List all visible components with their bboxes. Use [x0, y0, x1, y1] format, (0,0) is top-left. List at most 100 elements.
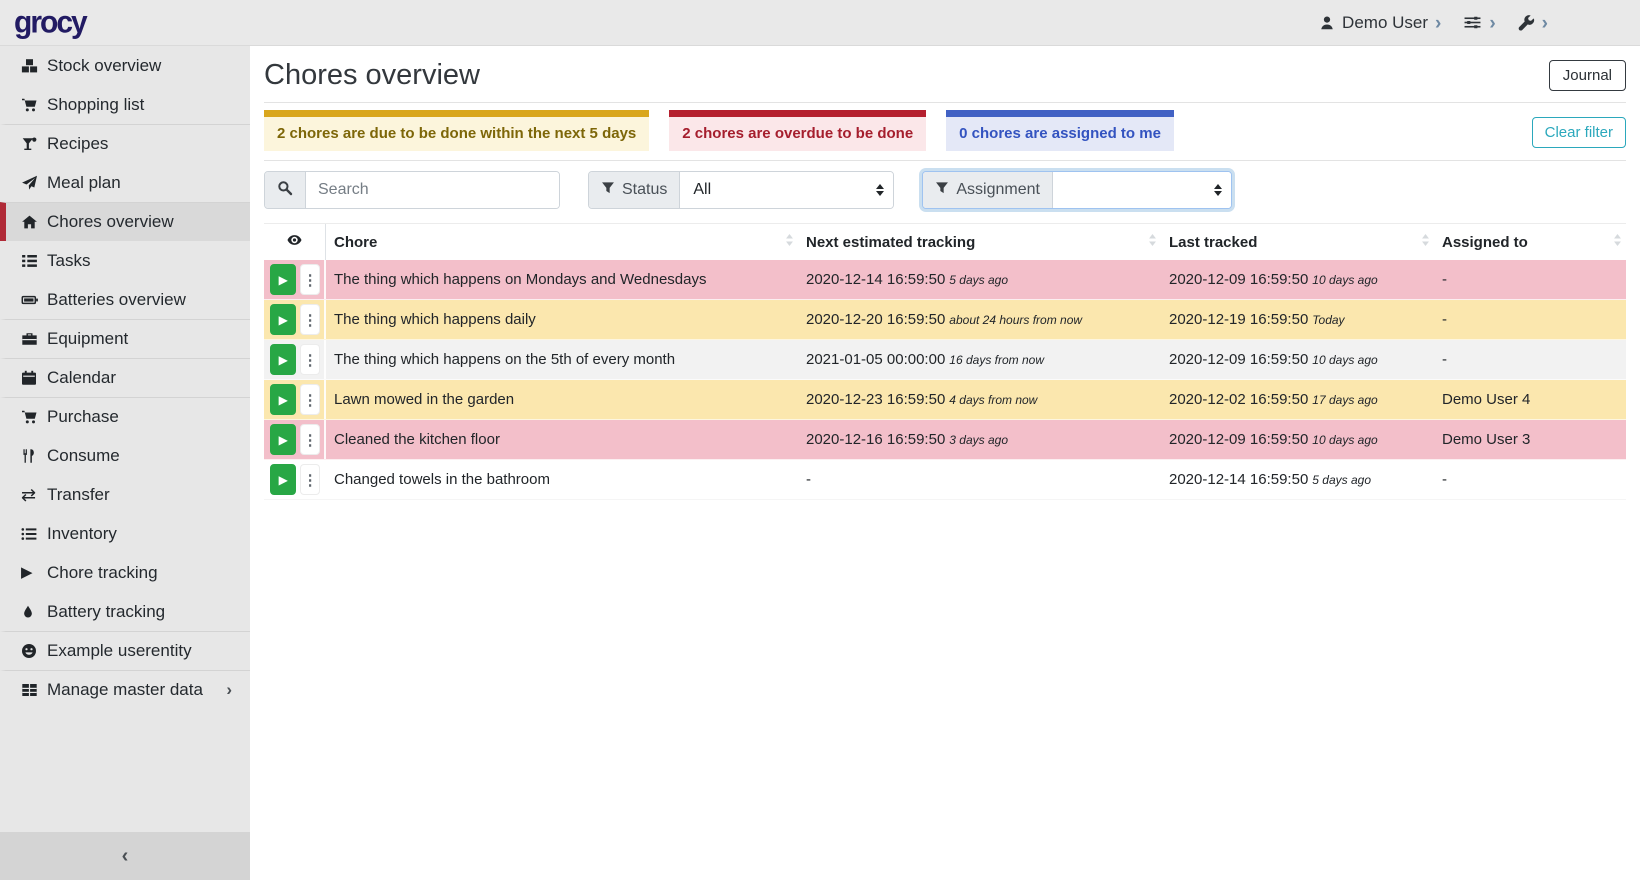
column-header-last-tracked[interactable]: Last tracked [1161, 226, 1434, 259]
last-tracked-cell: 2020-12-09 16:59:5010 days ago [1161, 431, 1434, 448]
sidebar-item-label: Purchase [47, 407, 119, 427]
sidebar-item-shopping-list[interactable]: Shopping list [0, 85, 250, 124]
relative-time: 5 days ago [1312, 473, 1371, 487]
play-icon: ▶ [279, 313, 288, 327]
select-arrows-icon [1214, 184, 1222, 196]
last-tracked-cell: 2020-12-09 16:59:5010 days ago [1161, 351, 1434, 368]
sidebar-item-equipment[interactable]: Equipment [0, 319, 250, 358]
user-icon [1319, 15, 1335, 31]
overdue-status-card[interactable]: 2 chores are overdue to be done [669, 110, 926, 151]
sidebar-item-tasks[interactable]: Tasks [0, 241, 250, 280]
track-chore-execution-button[interactable]: ▶ [270, 344, 296, 375]
row-actions: ▶ ⋮ [264, 300, 326, 339]
droplet-icon [21, 604, 47, 620]
calendar-icon [21, 370, 47, 386]
sidebar-item-meal-plan[interactable]: Meal plan [0, 163, 250, 202]
sidebar-item-purchase[interactable]: Purchase [0, 397, 250, 436]
assigned-to-cell: Demo User 4 [1434, 391, 1626, 408]
smiley-icon [21, 643, 47, 659]
chore-context-menu-button[interactable]: ⋮ [300, 264, 320, 295]
toolbox-icon [21, 331, 47, 347]
chevron-right-icon: › [1435, 13, 1441, 33]
last-tracked-cell: 2020-12-14 16:59:505 days ago [1161, 471, 1434, 488]
track-chore-execution-button[interactable]: ▶ [270, 264, 296, 295]
row-actions: ▶ ⋮ [264, 460, 326, 499]
table-row: ▶ ⋮ The thing which happens on Mondays a… [264, 260, 1626, 300]
column-header-chore[interactable]: Chore [326, 226, 798, 259]
chore-context-menu-button[interactable]: ⋮ [300, 344, 320, 375]
sidebar-item-label: Chores overview [47, 212, 174, 232]
tasks-icon [21, 253, 47, 269]
assigned-to-cell: Demo User 3 [1434, 431, 1626, 448]
relative-time: 10 days ago [1312, 353, 1377, 367]
sidebar-item-stock-overview[interactable]: Stock overview [0, 46, 250, 85]
chore-name: Changed towels in the bathroom [326, 471, 798, 488]
sort-icon[interactable] [1148, 233, 1157, 251]
sidebar-collapse-button[interactable]: ‹ [0, 832, 250, 880]
toggle-columns-header[interactable] [264, 224, 326, 260]
assignment-filter-select[interactable] [1053, 172, 1231, 208]
due-soon-status-card[interactable]: 2 chores are due to be done within the n… [264, 110, 649, 151]
boxes-icon [21, 58, 47, 74]
chore-context-menu-button[interactable]: ⋮ [300, 464, 320, 495]
sidebar-item-inventory[interactable]: Inventory [0, 514, 250, 553]
user-menu[interactable]: Demo User › [1319, 13, 1441, 33]
chevron-left-icon: ‹ [122, 845, 129, 868]
track-chore-execution-button[interactable]: ▶ [270, 304, 296, 335]
user-name: Demo User [1342, 13, 1428, 33]
column-header-assigned-to[interactable]: Assigned to [1434, 226, 1626, 259]
sidebar-item-calendar[interactable]: Calendar [0, 358, 250, 397]
chores-table: Chore Next estimated tracking Last track… [264, 223, 1626, 500]
next-tracking-cell: 2020-12-14 16:59:505 days ago [798, 271, 1161, 288]
admin-menu[interactable]: › [1518, 13, 1548, 33]
relative-time: 16 days from now [949, 353, 1044, 367]
row-actions: ▶ ⋮ [264, 380, 326, 419]
clear-filter-button[interactable]: Clear filter [1532, 117, 1626, 148]
sidebar-item-batteries-overview[interactable]: Batteries overview [0, 280, 250, 319]
sort-icon[interactable] [1421, 233, 1430, 251]
assignment-filter-group: Assignment [922, 171, 1232, 209]
relative-time: 3 days ago [949, 433, 1008, 447]
assigned-to-cell: - [1434, 351, 1626, 368]
track-chore-execution-button[interactable]: ▶ [270, 464, 296, 495]
chore-context-menu-button[interactable]: ⋮ [300, 384, 320, 415]
track-chore-execution-button[interactable]: ▶ [270, 384, 296, 415]
sidebar-item-chore-tracking[interactable]: ▶ Chore tracking [0, 553, 250, 592]
settings-menu[interactable]: › [1463, 13, 1495, 33]
search-input[interactable] [306, 172, 559, 208]
ellipsis-v-icon: ⋮ [303, 311, 318, 329]
sidebar-item-label: Recipes [47, 134, 108, 154]
sidebar-item-label: Equipment [47, 329, 128, 349]
search-icon-prepend [265, 172, 306, 208]
sidebar-item-chores-overview[interactable]: Chores overview [0, 202, 250, 241]
sidebar-item-manage-master-data[interactable]: Manage master data › [0, 670, 250, 709]
chore-context-menu-button[interactable]: ⋮ [300, 424, 320, 455]
chore-context-menu-button[interactable]: ⋮ [300, 304, 320, 335]
chore-name: The thing which happens on the 5th of ev… [326, 351, 798, 368]
sidebar-item-label: Batteries overview [47, 290, 186, 310]
row-actions: ▶ ⋮ [264, 340, 326, 379]
last-tracked-cell: 2020-12-09 16:59:5010 days ago [1161, 271, 1434, 288]
chevron-right-icon: › [1542, 13, 1548, 33]
grocy-logo[interactable]: grocy [14, 5, 86, 41]
status-filter-select[interactable]: All [680, 172, 893, 208]
ellipsis-v-icon: ⋮ [303, 471, 318, 489]
sort-icon[interactable] [785, 233, 794, 251]
sidebar: Stock overview Shopping list Recipes Mea… [0, 46, 250, 880]
assigned-to-me-status-card[interactable]: 0 chores are assigned to me [946, 110, 1174, 151]
sidebar-item-battery-tracking[interactable]: Battery tracking [0, 592, 250, 631]
sidebar-item-transfer[interactable]: ⇄ Transfer [0, 475, 250, 514]
sidebar-item-recipes[interactable]: Recipes [0, 124, 250, 163]
battery-icon [21, 292, 47, 308]
sidebar-item-example-userentity[interactable]: Example userentity [0, 631, 250, 670]
relative-time: 5 days ago [949, 273, 1008, 287]
sidebar-item-label: Meal plan [47, 173, 121, 193]
sidebar-item-label: Inventory [47, 524, 117, 544]
table-row: ▶ ⋮ Changed towels in the bathroom - 202… [264, 460, 1626, 500]
sidebar-item-consume[interactable]: Consume [0, 436, 250, 475]
search-icon [277, 180, 293, 201]
sort-icon[interactable] [1613, 233, 1622, 251]
column-header-next-tracking[interactable]: Next estimated tracking [798, 226, 1161, 259]
track-chore-execution-button[interactable]: ▶ [270, 424, 296, 455]
journal-button[interactable]: Journal [1549, 60, 1626, 91]
